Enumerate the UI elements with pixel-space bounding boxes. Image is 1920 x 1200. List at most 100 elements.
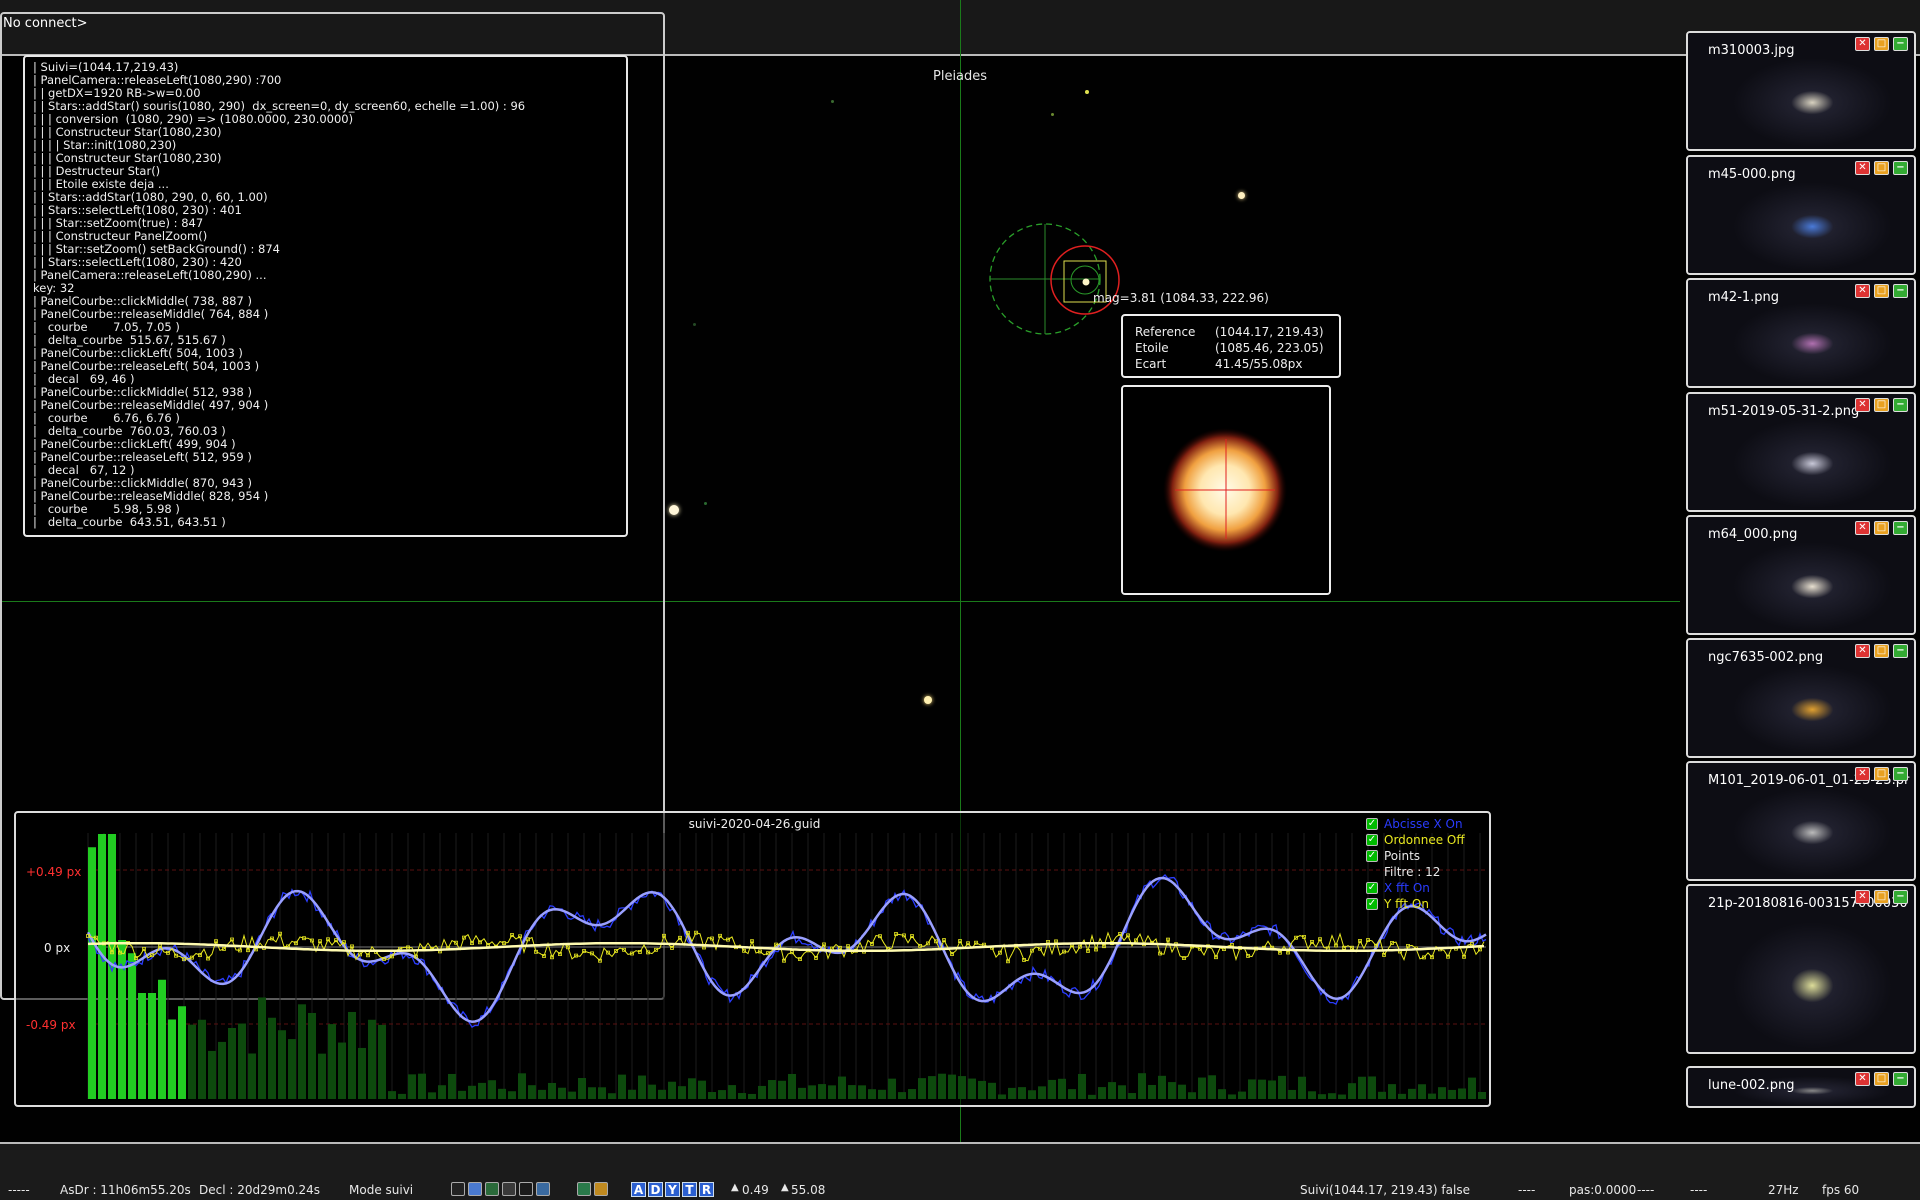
legend-item[interactable]: ✓ Ordonnee Off — [1366, 832, 1465, 848]
minimize-icon[interactable]: − — [1893, 1072, 1908, 1086]
toolbar-icon-5[interactable] — [519, 1182, 533, 1196]
minimize-icon[interactable]: − — [1893, 284, 1908, 298]
legend-checkbox[interactable]: ✓ — [1366, 882, 1378, 894]
maximize-icon[interactable]: □ — [1874, 644, 1889, 658]
spectrum-bar — [178, 1006, 186, 1099]
spectrum-bar — [88, 847, 96, 1099]
maximize-icon[interactable]: □ — [1874, 37, 1889, 51]
minimize-icon[interactable]: − — [1893, 644, 1908, 658]
spectrum-bar — [1378, 1091, 1386, 1099]
legend-checkbox[interactable]: ✓ — [1366, 834, 1378, 846]
star[interactable] — [693, 323, 696, 326]
spectrum-bar — [1078, 1073, 1086, 1099]
thumbnail-item[interactable]: m45-000.png ✕ □ − — [1686, 155, 1916, 275]
guiding-graph — [86, 833, 1487, 1099]
status-value-1[interactable]: 0.49 — [742, 1183, 769, 1197]
star-zoom-panel[interactable] — [1121, 385, 1331, 595]
star[interactable] — [831, 100, 834, 103]
maximize-icon[interactable]: □ — [1874, 1072, 1889, 1086]
maximize-icon[interactable]: □ — [1874, 398, 1889, 412]
spectrum-bar — [1308, 1091, 1316, 1099]
star[interactable] — [704, 502, 707, 505]
status-value-2[interactable]: 55.08 — [791, 1183, 825, 1197]
close-icon[interactable]: ✕ — [1855, 767, 1870, 781]
guiding-graph-panel[interactable]: suivi-2020-04-26.guid +0.49 px 0 px -0.4… — [14, 811, 1491, 1107]
spectrum-bar — [128, 953, 136, 1099]
toolbar-icon-1[interactable] — [451, 1182, 465, 1196]
star[interactable] — [1051, 113, 1054, 116]
thumbnail-item[interactable]: M101_2019-06-01_01-23-25.pr ✕ □ − — [1686, 761, 1916, 881]
toolbar-icon-4[interactable] — [502, 1182, 516, 1196]
spectrum-bar — [1148, 1084, 1156, 1099]
toolbar-icon-2[interactable] — [468, 1182, 482, 1196]
maximize-icon[interactable]: □ — [1874, 161, 1889, 175]
toggle-y-button[interactable]: Y — [665, 1182, 680, 1197]
legend-item[interactable]: ✓ X fft On — [1366, 880, 1465, 896]
spectrum-bar — [898, 1092, 906, 1099]
minimize-icon[interactable]: − — [1893, 890, 1908, 904]
log-panel[interactable]: | Suivi=(1044.17,219.43) | PanelCamera::r… — [23, 55, 628, 537]
spectrum-bar — [1228, 1094, 1236, 1099]
graph-label-zero: 0 px — [44, 941, 71, 955]
thumbnail-item[interactable]: m42-1.png ✕ □ − — [1686, 278, 1916, 388]
minimize-icon[interactable]: − — [1893, 398, 1908, 412]
legend-checkbox[interactable]: ✓ — [1366, 850, 1378, 862]
spectrum-bar — [808, 1085, 816, 1099]
minimize-icon[interactable]: − — [1893, 521, 1908, 535]
toolbar-icon-8[interactable] — [594, 1182, 608, 1196]
spectrum-bar — [548, 1082, 556, 1099]
spectrum-bar — [1058, 1078, 1066, 1099]
thumbnail-item[interactable]: ngc7635-002.png ✕ □ − — [1686, 638, 1916, 758]
status-decl: Decl : 20d29m0.24s — [199, 1183, 321, 1197]
maximize-icon[interactable]: □ — [1874, 890, 1889, 904]
close-icon[interactable]: ✕ — [1855, 1072, 1870, 1086]
updown-icon-2[interactable]: ▲ — [781, 1182, 789, 1193]
maximize-icon[interactable]: □ — [1874, 284, 1889, 298]
thumbnail-item[interactable]: lune-002.png ✕ □ − — [1686, 1066, 1916, 1108]
thumbnail-item[interactable]: m51-2019-05-31-2.png ✕ □ − — [1686, 392, 1916, 512]
maximize-icon[interactable]: □ — [1874, 521, 1889, 535]
close-icon[interactable]: ✕ — [1855, 284, 1870, 298]
legend-checkbox[interactable]: ✓ — [1366, 818, 1378, 830]
updown-icon-1[interactable]: ▲ — [731, 1182, 739, 1193]
toggle-r-button[interactable]: R — [699, 1182, 714, 1197]
legend-item[interactable]: ✓ Y fft On — [1366, 896, 1465, 912]
close-icon[interactable]: ✕ — [1855, 890, 1870, 904]
close-icon[interactable]: ✕ — [1855, 37, 1870, 51]
spectrum-bar — [1238, 1091, 1246, 1099]
legend-checkbox[interactable]: ✓ — [1366, 898, 1378, 910]
toggle-d-button[interactable]: D — [648, 1182, 663, 1197]
thumbnail-item[interactable]: m310003.jpg ✕ □ − — [1686, 31, 1916, 151]
spectrum-bar — [568, 1091, 576, 1099]
toolbar-icon-6[interactable] — [536, 1182, 550, 1196]
minimize-icon[interactable]: − — [1893, 767, 1908, 781]
toolbar-icon-3[interactable] — [485, 1182, 499, 1196]
star[interactable] — [924, 696, 932, 704]
spectrum-bar — [838, 1076, 846, 1099]
maximize-icon[interactable]: □ — [1874, 767, 1889, 781]
thumbnail-item[interactable]: 21p-20180816-003157000030 ✕ □ − — [1686, 884, 1916, 1054]
spectrum-bar — [928, 1076, 936, 1099]
star[interactable] — [669, 505, 679, 515]
spectrum-bar — [1418, 1084, 1426, 1099]
minimize-icon[interactable]: − — [1893, 161, 1908, 175]
spectrum-bar — [1018, 1087, 1026, 1099]
star-zoom-image — [1123, 387, 1329, 593]
legend-item[interactable]: ✓ Points — [1366, 848, 1465, 864]
status-pas: pas:0.0000 — [1569, 1183, 1637, 1197]
close-icon[interactable]: ✕ — [1855, 398, 1870, 412]
spectrum-bar — [408, 1074, 416, 1099]
close-icon[interactable]: ✕ — [1855, 521, 1870, 535]
toolbar-icon-7[interactable] — [577, 1182, 591, 1196]
spectrum-bar — [458, 1090, 466, 1099]
close-icon[interactable]: ✕ — [1855, 644, 1870, 658]
thumbnail-item[interactable]: m64_000.png ✕ □ − — [1686, 515, 1916, 635]
toggle-t-button[interactable]: T — [682, 1182, 697, 1197]
star[interactable] — [1238, 192, 1245, 199]
minimize-icon[interactable]: − — [1893, 37, 1908, 51]
star[interactable] — [1085, 90, 1089, 94]
close-icon[interactable]: ✕ — [1855, 161, 1870, 175]
legend-item[interactable]: ✓ Abcisse X On — [1366, 816, 1465, 832]
toggle-a-button[interactable]: A — [631, 1182, 646, 1197]
spectrum-bar — [1288, 1089, 1296, 1099]
